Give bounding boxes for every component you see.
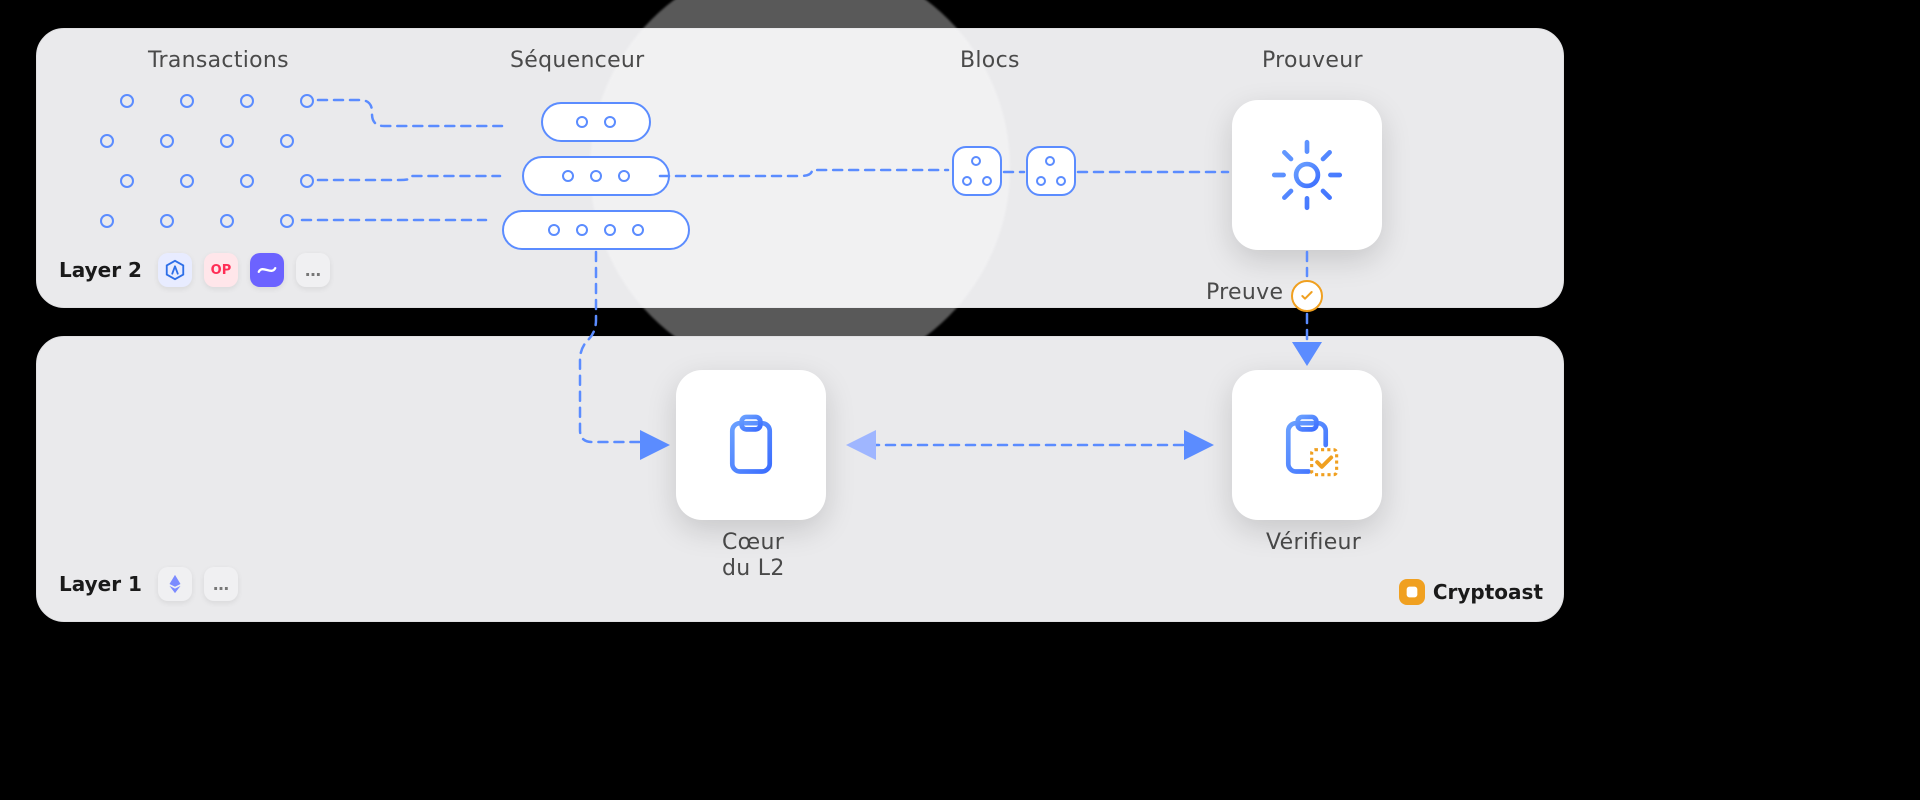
arbitrum-icon (158, 253, 192, 287)
transactions-label: Transactions (148, 48, 289, 73)
brand-name: Cryptoast (1433, 580, 1543, 604)
layer1-tag: Layer 1 … (59, 567, 238, 601)
l2core-card (676, 370, 826, 520)
l2core-label-2: du L2 (722, 556, 785, 581)
gear-icon (1268, 136, 1346, 214)
prover-label: Prouveur (1262, 48, 1363, 73)
l2core-label-1: Cœur (722, 530, 784, 555)
sequencer-row (502, 210, 690, 250)
starknet-icon (250, 253, 284, 287)
sequencer-stack (502, 102, 690, 250)
more-l1-icon: … (204, 567, 238, 601)
clipboard-check-icon (1268, 406, 1346, 484)
proof-label: Preuve (1206, 280, 1283, 305)
clipboard-icon (712, 406, 790, 484)
brand-icon (1399, 579, 1425, 605)
layer1-name: Layer 1 (59, 572, 142, 596)
sequencer-row (522, 156, 670, 196)
block-icon (952, 146, 1002, 196)
sequencer-label: Séquenceur (510, 48, 645, 73)
layer2-name: Layer 2 (59, 258, 142, 282)
prover-card (1232, 100, 1382, 250)
diagram-canvas: Layer 2 OP … Layer 1 … Cryptoast T (0, 0, 1600, 666)
more-l2-icon: … (296, 253, 330, 287)
block-icon (1026, 146, 1076, 196)
layer2-tag: Layer 2 OP … (59, 253, 330, 287)
sequencer-row (541, 102, 651, 142)
ethereum-icon (158, 567, 192, 601)
proof-check-icon (1291, 280, 1323, 312)
optimism-icon: OP (204, 253, 238, 287)
brand-badge: Cryptoast (1399, 579, 1543, 605)
blocks-label: Blocs (960, 48, 1020, 73)
verifier-label: Vérifieur (1266, 530, 1361, 555)
transactions-cloud (100, 94, 340, 254)
verifier-card (1232, 370, 1382, 520)
